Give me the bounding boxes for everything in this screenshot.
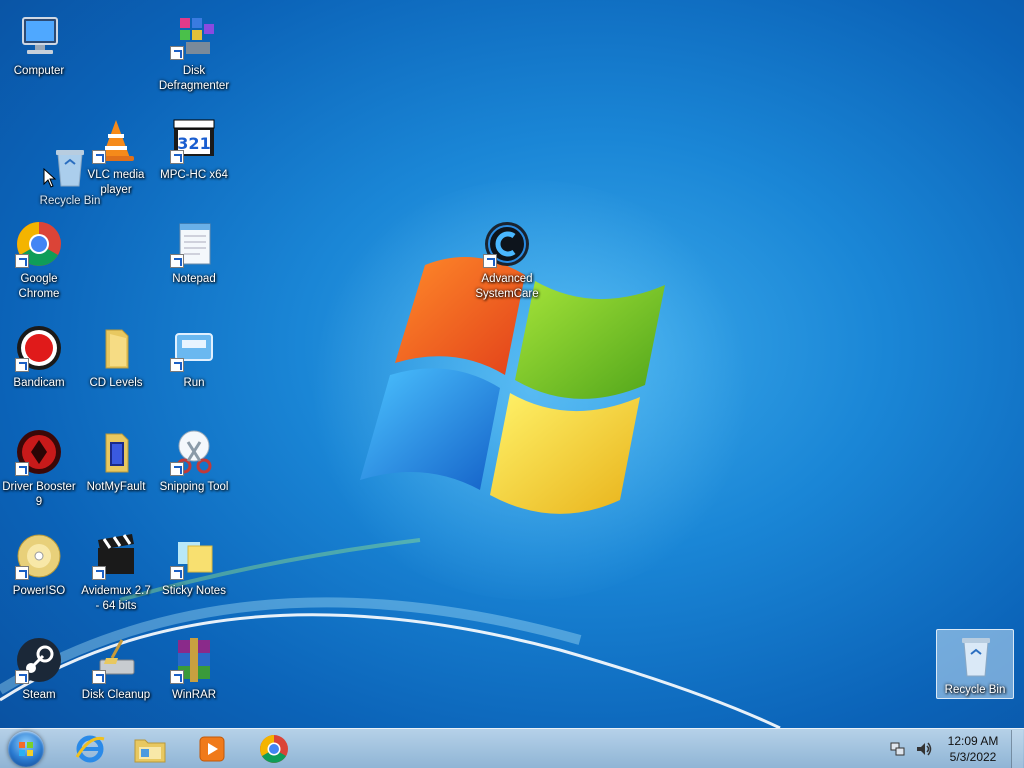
shortcut-arrow-icon bbox=[15, 566, 29, 580]
desktop-icon-sticky-notes[interactable]: Sticky Notes bbox=[156, 526, 232, 622]
taskbar: 12:09 AM 5/3/2022 bbox=[0, 728, 1024, 768]
taskbar-windows-explorer[interactable] bbox=[122, 730, 178, 768]
poweriso-icon bbox=[15, 532, 63, 580]
scissors-icon bbox=[170, 428, 218, 476]
desktop-icon-snipping-tool[interactable]: Snipping Tool bbox=[156, 422, 232, 518]
desktop-icon-disk-defragmenter[interactable]: Disk Defragmenter bbox=[156, 6, 232, 102]
winrar-icon bbox=[170, 636, 218, 684]
avidemux-icon bbox=[92, 532, 140, 580]
folder-icon bbox=[92, 324, 140, 372]
windows-start-icon bbox=[8, 731, 44, 767]
disk-defragmenter-icon bbox=[170, 12, 218, 60]
notepad-icon bbox=[170, 220, 218, 268]
desktop-icon-bandicam[interactable]: Bandicam bbox=[1, 318, 77, 414]
chrome-icon bbox=[260, 735, 288, 763]
shortcut-arrow-icon bbox=[170, 566, 184, 580]
shortcut-arrow-icon bbox=[92, 670, 106, 684]
mouse-cursor-icon bbox=[43, 168, 57, 188]
desktop-icon-vlc-media-player[interactable]: VLC media player bbox=[78, 110, 154, 206]
desktop-icon-winrar[interactable]: WinRAR bbox=[156, 630, 232, 726]
folder-icon bbox=[134, 739, 166, 763]
clock-time: 12:09 AM bbox=[947, 734, 999, 748]
desktop-icon-steam[interactable]: Steam bbox=[1, 630, 77, 726]
tray-volume[interactable] bbox=[910, 730, 938, 768]
advanced-systemcare-icon bbox=[483, 220, 531, 268]
desktop-icon-google-chrome[interactable]: Google Chrome bbox=[1, 214, 77, 310]
taskbar-internet-explorer[interactable] bbox=[62, 730, 118, 768]
disk-cleanup-icon bbox=[92, 636, 140, 684]
vlc-icon bbox=[92, 116, 140, 164]
driver-booster-icon bbox=[15, 428, 63, 476]
shortcut-arrow-icon bbox=[170, 254, 184, 268]
shortcut-arrow-icon bbox=[483, 254, 497, 268]
desktop-icon-run[interactable]: Run bbox=[156, 318, 232, 414]
network-icon bbox=[890, 742, 905, 756]
speaker-icon bbox=[917, 742, 932, 756]
desktop-icon-recycle-bin-selected[interactable]: Recycle Bin bbox=[936, 629, 1014, 699]
desktop-icon-cd-levels[interactable]: CD Levels bbox=[78, 318, 154, 414]
shortcut-arrow-icon bbox=[15, 462, 29, 476]
desktop-icon-advanced-systemcare[interactable]: Advanced SystemCare bbox=[469, 214, 545, 310]
start-button[interactable] bbox=[4, 730, 48, 768]
tray-network[interactable] bbox=[884, 730, 912, 768]
taskbar-google-chrome[interactable] bbox=[246, 730, 302, 768]
chrome-icon bbox=[15, 220, 63, 268]
desktop-icon-mpc-hc[interactable]: 321 MPC-HC x64 bbox=[156, 110, 232, 206]
folder-icon bbox=[92, 428, 140, 476]
desktop-icon-disk-cleanup[interactable]: Disk Cleanup bbox=[78, 630, 154, 726]
shortcut-arrow-icon bbox=[170, 150, 184, 164]
desktop-icon-computer[interactable]: Computer bbox=[1, 6, 77, 102]
desktop-icon-avidemux[interactable]: Avidemux 2.7 - 64 bits bbox=[78, 526, 154, 622]
sticky-notes-icon bbox=[170, 532, 218, 580]
taskbar-windows-media-player[interactable] bbox=[184, 730, 240, 768]
shortcut-arrow-icon bbox=[170, 358, 184, 372]
shortcut-arrow-icon bbox=[170, 462, 184, 476]
mpc-hc-icon: 321 bbox=[170, 116, 218, 164]
run-icon bbox=[170, 324, 218, 372]
clock-date: 5/3/2022 bbox=[949, 750, 997, 764]
computer-icon bbox=[15, 12, 63, 60]
shortcut-arrow-icon bbox=[170, 670, 184, 684]
internet-explorer-icon bbox=[75, 735, 105, 763]
shortcut-arrow-icon bbox=[92, 566, 106, 580]
shortcut-arrow-icon bbox=[15, 670, 29, 684]
recycle-bin-icon bbox=[952, 632, 1000, 680]
shortcut-arrow-icon bbox=[92, 150, 106, 164]
shortcut-arrow-icon bbox=[15, 358, 29, 372]
desktop-icon-driver-booster[interactable]: Driver Booster 9 bbox=[1, 422, 77, 518]
show-desktop-button[interactable] bbox=[1011, 730, 1023, 768]
steam-icon bbox=[15, 636, 63, 684]
desktop[interactable]: Computer Disk Defragmenter Recycle Bin V… bbox=[0, 0, 1024, 728]
media-player-icon bbox=[199, 736, 225, 762]
desktop-icon-poweriso[interactable]: PowerISO bbox=[1, 526, 77, 622]
desktop-icon-notmyfault[interactable]: NotMyFault bbox=[78, 422, 154, 518]
bandicam-icon bbox=[15, 324, 63, 372]
shortcut-arrow-icon bbox=[15, 254, 29, 268]
desktop-icon-notepad[interactable]: Notepad bbox=[156, 214, 232, 310]
shortcut-arrow-icon bbox=[170, 46, 184, 60]
clock[interactable]: 12:09 AM 5/3/2022 bbox=[938, 733, 1008, 765]
